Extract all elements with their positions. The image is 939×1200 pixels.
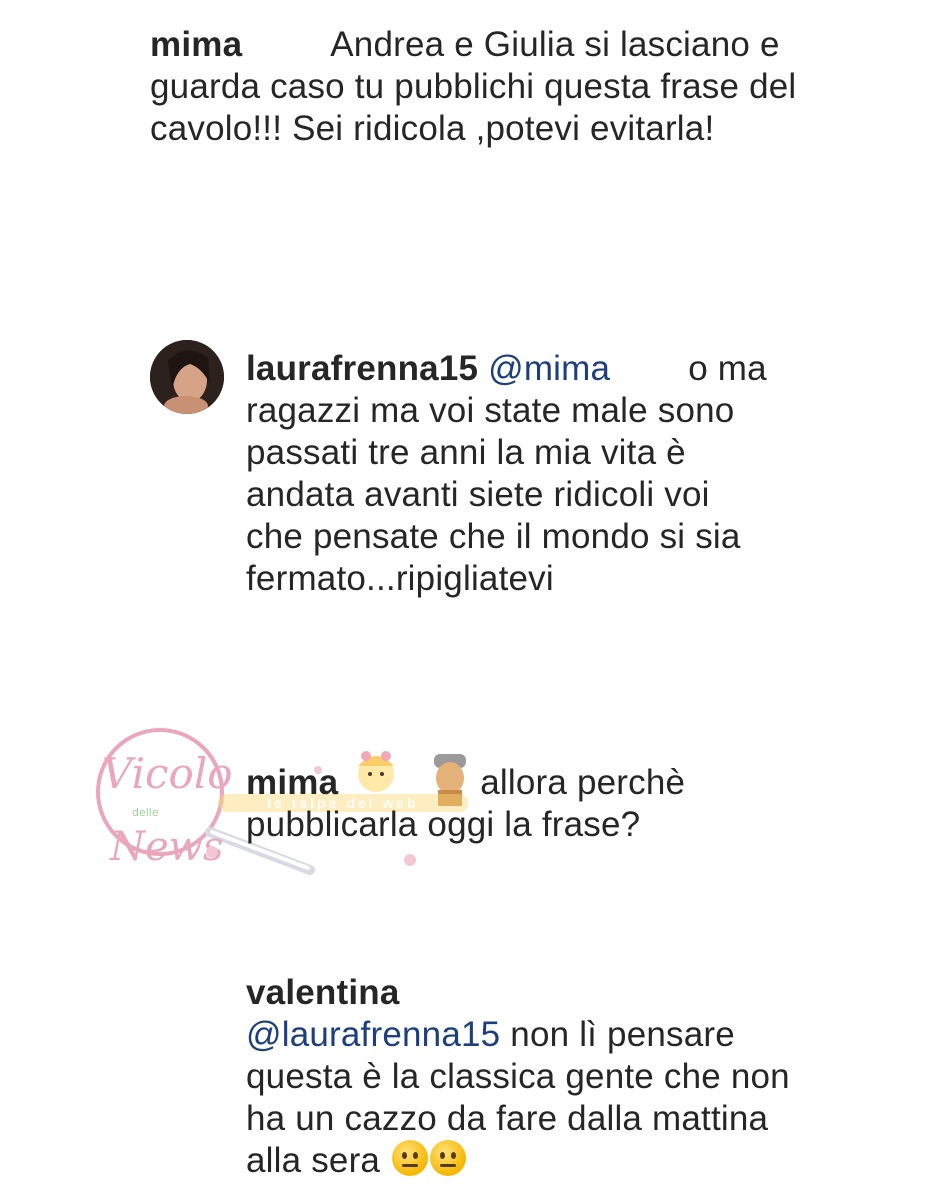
avatar[interactable] [150, 340, 224, 414]
comment-2: laurafrenna15 @mima o ma ragazzi ma voi s… [246, 348, 776, 600]
comment-3: mima allora perchè pubblicarla oggi la fr… [246, 762, 746, 846]
comment-username[interactable]: valentina [246, 972, 826, 1014]
comment-username[interactable]: mima [150, 25, 242, 64]
comment-1: mima Andrea e Giulia si lasciano e guarda… [150, 24, 810, 150]
comment-text: Andrea e Giulia si lasciano e guarda cas… [150, 25, 797, 148]
svg-text:News: News [109, 824, 223, 870]
svg-text:Vicolo: Vicolo [102, 749, 233, 798]
mention-link[interactable]: @mima [488, 349, 610, 388]
comment-username[interactable]: mima [246, 763, 338, 802]
mention-link[interactable]: @laurafrenna15 [246, 1015, 500, 1054]
neutral-face-emoji [430, 1140, 467, 1176]
svg-text:delle: delle [132, 806, 159, 819]
neutral-face-emoji [392, 1140, 429, 1176]
comment-trail: o [688, 349, 708, 388]
comment-4: valentina @laurafrenna15 non lì pensare … [246, 972, 826, 1182]
comment-username[interactable]: laurafrenna15 [246, 349, 478, 388]
